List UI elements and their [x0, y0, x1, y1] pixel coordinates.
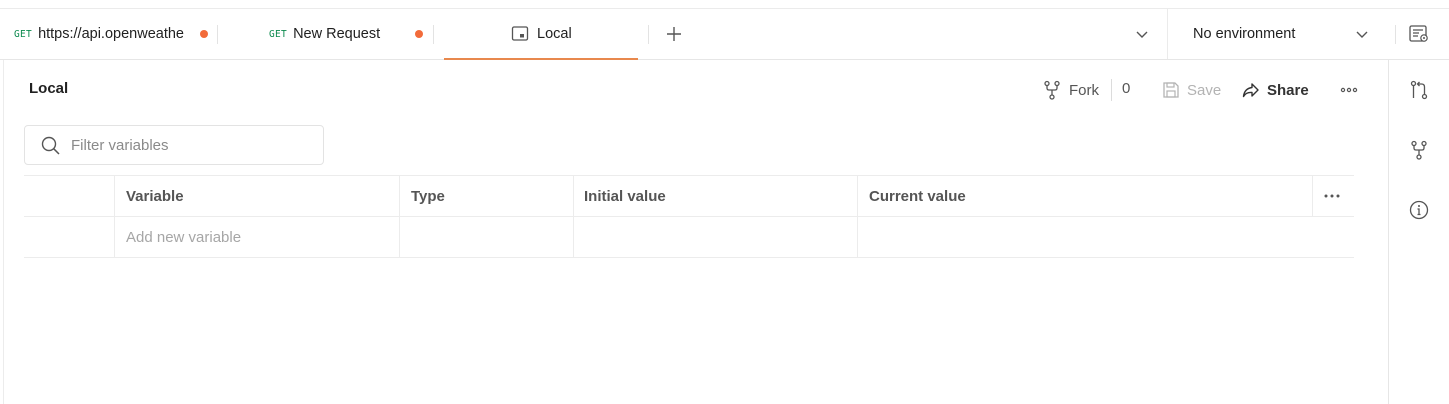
left-edge: [3, 60, 4, 404]
share-label: Share: [1267, 81, 1309, 99]
type-cell[interactable]: [400, 217, 573, 257]
column-header-current-value: Current value: [869, 187, 966, 205]
more-options-icon[interactable]: [1339, 80, 1359, 100]
column-divider: [1312, 176, 1313, 216]
share-icon: [1242, 83, 1259, 98]
column-header-initial-value: Initial value: [584, 187, 666, 205]
filter-variables-input[interactable]: [71, 136, 291, 154]
plus-icon: [667, 27, 681, 41]
table-header-row: Variable Type Initial value Current valu…: [24, 175, 1354, 217]
environment-selected: No environment: [1193, 26, 1296, 42]
variables-table: Variable Type Initial value Current valu…: [24, 175, 1354, 258]
unsaved-dot: [200, 30, 208, 38]
tab-separator: [433, 25, 434, 44]
tab-label: https://api.openweathe: [38, 26, 184, 42]
new-tab-button[interactable]: [662, 22, 686, 46]
env-separator: [1395, 25, 1396, 44]
search-icon: [41, 136, 60, 155]
column-header-variable: Variable: [126, 187, 184, 205]
table-row: Add new variable: [24, 217, 1354, 258]
initial-value-cell[interactable]: [573, 217, 857, 257]
active-tab-indicator: [444, 58, 638, 60]
page-title: Local: [29, 80, 69, 97]
fork-button[interactable]: Fork: [1043, 78, 1099, 102]
chevron-down-icon[interactable]: [1354, 26, 1370, 42]
tab-separator: [648, 25, 649, 44]
tab-new-request[interactable]: GET New Request: [269, 9, 423, 59]
fork-separator: [1111, 79, 1112, 101]
method-badge: GET: [14, 28, 33, 40]
save-icon: [1163, 82, 1179, 98]
tab-label: Local: [537, 26, 572, 42]
tab-bar: GET https://api.openweathe GET New Reque…: [0, 9, 1449, 60]
tab-label: New Request: [293, 26, 381, 42]
env-separator: [1167, 9, 1168, 59]
column-header-type: Type: [411, 187, 445, 205]
info-icon[interactable]: [1409, 200, 1429, 220]
share-button[interactable]: Share: [1242, 78, 1309, 102]
save-button[interactable]: Save: [1162, 78, 1221, 102]
title-strip: [0, 0, 1449, 9]
filter-variables-box[interactable]: [24, 125, 324, 165]
environment-selector[interactable]: No environment: [1193, 9, 1295, 59]
save-label: Save: [1187, 81, 1222, 99]
app-window: GET https://api.openweathe GET New Reque…: [0, 0, 1449, 404]
fork-icon[interactable]: [1409, 140, 1429, 160]
current-value-cell[interactable]: [858, 217, 1312, 257]
method-badge: GET: [269, 28, 288, 40]
fork-count[interactable]: 0: [1122, 80, 1130, 97]
tab-request-openweather[interactable]: GET https://api.openweathe: [14, 9, 208, 59]
add-new-variable-cell[interactable]: Add new variable: [115, 217, 400, 257]
table-options-icon[interactable]: [1322, 186, 1342, 206]
pull-request-icon[interactable]: [1409, 80, 1429, 100]
fork-label: Fork: [1069, 81, 1099, 99]
tab-separator: [217, 25, 218, 44]
right-sidebar: [1388, 60, 1449, 404]
tab-overflow-chevron-icon[interactable]: [1134, 26, 1150, 42]
environment-icon: [511, 25, 529, 43]
fork-icon: [1044, 80, 1060, 100]
unsaved-dot: [415, 30, 423, 38]
tab-local-environment[interactable]: Local: [511, 9, 572, 59]
environment-quick-look-icon[interactable]: [1408, 23, 1430, 45]
